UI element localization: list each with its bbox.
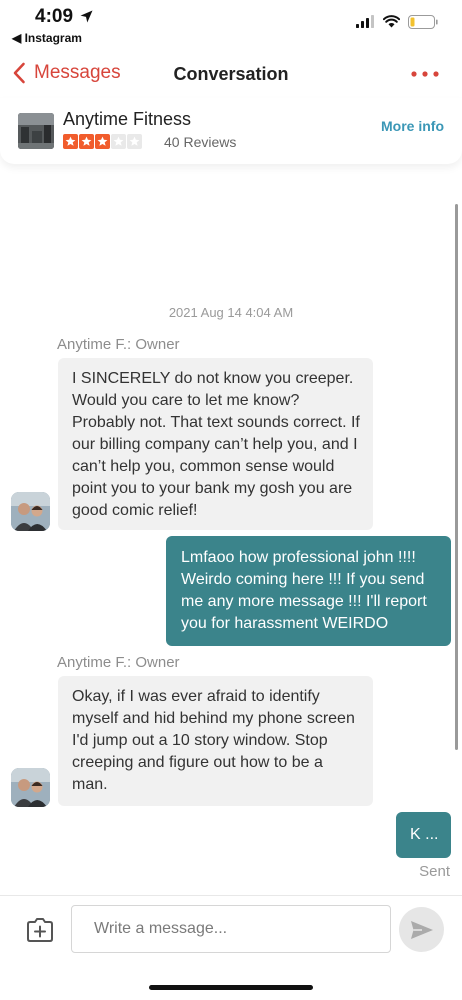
review-count: 40 Reviews [164, 134, 237, 150]
send-icon [410, 920, 433, 939]
page-title: Conversation [173, 64, 289, 84]
nav-bar: Messages Conversation [0, 52, 462, 96]
message-sender: Anytime F.: Owner [57, 654, 180, 671]
status-time: 4:09 [35, 6, 74, 27]
star-filled-icon [95, 134, 110, 149]
star-empty-icon [127, 134, 142, 149]
star-rating [63, 134, 143, 149]
message-input[interactable] [71, 905, 391, 953]
outgoing-message: Lmfaoo how professional john !!!! Weirdo… [166, 536, 451, 646]
incoming-message: I SINCERELY do not know you creeper. Wou… [58, 358, 373, 530]
home-indicator [149, 985, 313, 990]
sent-status: Sent [419, 863, 450, 880]
business-name: Anytime Fitness [63, 109, 192, 129]
message-timestamp: 2021 Aug 14 4:04 AM [168, 305, 294, 320]
send-button[interactable] [399, 907, 444, 952]
avatar[interactable] [11, 768, 50, 807]
message-sender: Anytime F.: Owner [57, 336, 180, 353]
composer-divider [0, 895, 462, 896]
wifi-icon [383, 15, 400, 28]
star-filled-icon [79, 134, 94, 149]
back-to-app-link[interactable]: ◀ Instagram [12, 31, 82, 45]
owner-avatar-photo [11, 492, 50, 531]
signal-icon [356, 15, 374, 28]
avatar[interactable] [11, 492, 50, 531]
business-photo[interactable] [18, 113, 54, 149]
battery-icon [408, 15, 438, 29]
add-photo-icon[interactable] [26, 917, 54, 943]
gym-photo-thumbnail [18, 113, 54, 149]
business-header: Anytime Fitness 40 Reviews More info [0, 98, 462, 164]
more-info-link[interactable]: More info [381, 118, 444, 134]
star-filled-icon [63, 134, 78, 149]
status-bar: 4:09 ◀ Instagram [0, 0, 462, 48]
more-dots-icon[interactable] [410, 70, 440, 78]
location-arrow-icon [80, 10, 93, 23]
scrollbar[interactable] [455, 204, 458, 750]
outgoing-message: K ... [396, 812, 451, 858]
owner-avatar-photo [11, 768, 50, 807]
incoming-message: Okay, if I was ever afraid to identify m… [58, 676, 373, 806]
star-empty-icon [111, 134, 126, 149]
